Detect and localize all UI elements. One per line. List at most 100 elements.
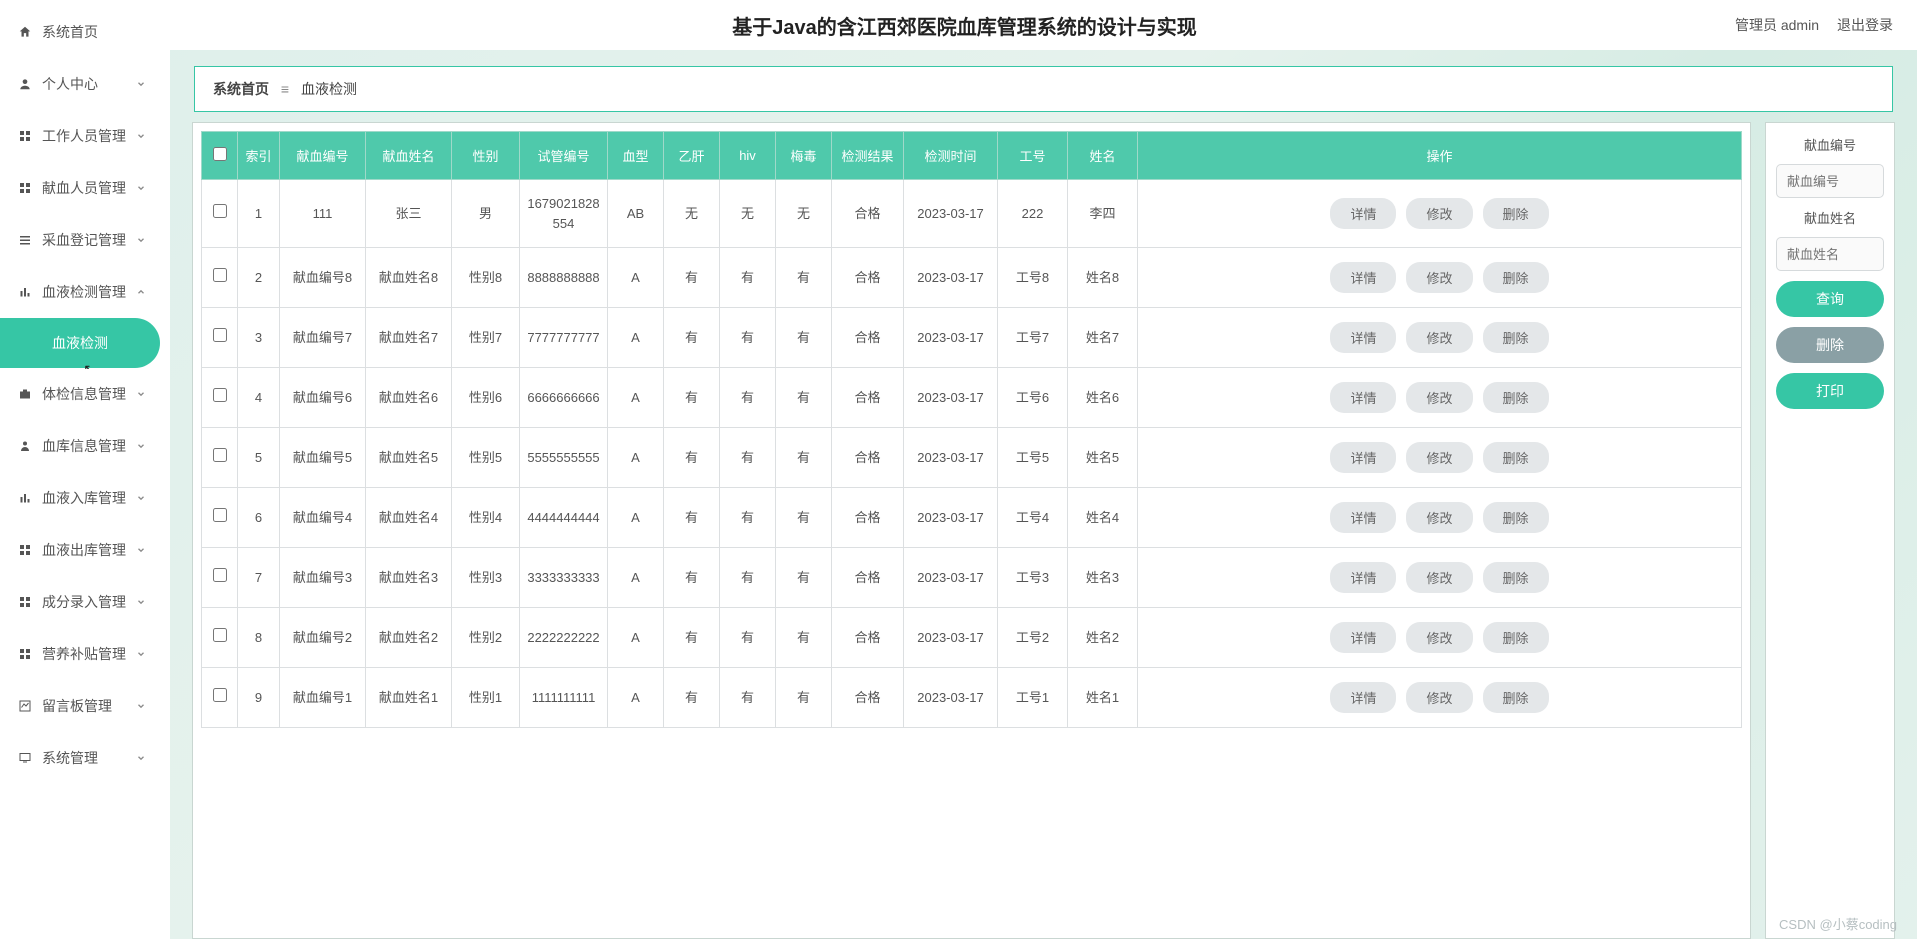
cell: 有 [720, 548, 776, 608]
nav-item-4[interactable]: 采血登记管理 [0, 215, 160, 265]
row-checkbox[interactable] [213, 268, 227, 282]
detail-button[interactable]: 详情 [1330, 442, 1396, 473]
edit-button[interactable]: 修改 [1406, 198, 1472, 229]
table-row: 6献血编号4献血姓名4性别44444444444A有有有合格2023-03-17… [202, 488, 1742, 548]
cell: 有 [776, 668, 832, 728]
detail-button[interactable]: 详情 [1330, 682, 1396, 713]
detail-button[interactable]: 详情 [1330, 622, 1396, 653]
col-header: 梅毒 [776, 132, 832, 180]
print-button[interactable]: 打印 [1776, 373, 1884, 409]
nav-sub-blood-test[interactable]: 血液检测↖ [0, 318, 160, 368]
cell: 姓名6 [1068, 368, 1138, 428]
cell: 有 [664, 428, 720, 488]
nav-item-7[interactable]: 血库信息管理 [0, 421, 160, 471]
detail-button[interactable]: 详情 [1330, 382, 1396, 413]
nav-item-1[interactable]: 个人中心 [0, 59, 160, 109]
row-checkbox[interactable] [213, 388, 227, 402]
delete-row-button[interactable]: 删除 [1483, 382, 1549, 413]
cell: 5555555555 [520, 428, 608, 488]
cell: 献血编号4 [280, 488, 366, 548]
nav-item-5[interactable]: 血液检测管理 [0, 267, 160, 317]
col-header: 乙肝 [664, 132, 720, 180]
row-checkbox[interactable] [213, 688, 227, 702]
detail-button[interactable]: 详情 [1330, 322, 1396, 353]
detail-button[interactable]: 详情 [1330, 562, 1396, 593]
nav-item-label: 献血人员管理 [42, 178, 126, 198]
row-checkbox[interactable] [213, 448, 227, 462]
breadcrumb-home[interactable]: 系统首页 [213, 81, 269, 97]
row-checkbox[interactable] [213, 204, 227, 218]
cell: 性别3 [452, 548, 520, 608]
nav-item-11[interactable]: 营养补贴管理 [0, 629, 160, 679]
cell: 性别7 [452, 308, 520, 368]
nav-item-6[interactable]: 体检信息管理 [0, 369, 160, 419]
row-checkbox[interactable] [213, 328, 227, 342]
delete-row-button[interactable]: 删除 [1483, 502, 1549, 533]
logout-link[interactable]: 退出登录 [1837, 15, 1893, 35]
row-checkbox[interactable] [213, 628, 227, 642]
cell: 有 [720, 428, 776, 488]
chevron-down-icon [136, 701, 146, 711]
delete-row-button[interactable]: 删除 [1483, 622, 1549, 653]
nav-item-label: 采血登记管理 [42, 230, 126, 250]
detail-button[interactable]: 详情 [1330, 198, 1396, 229]
detail-button[interactable]: 详情 [1330, 262, 1396, 293]
cell: 有 [720, 488, 776, 548]
edit-button[interactable]: 修改 [1406, 382, 1472, 413]
nav-item-8[interactable]: 血液入库管理 [0, 473, 160, 523]
cell: 详情修改删除 [1138, 428, 1742, 488]
delete-row-button[interactable]: 删除 [1483, 322, 1549, 353]
edit-button[interactable]: 修改 [1406, 322, 1472, 353]
nav-item-2[interactable]: 工作人员管理 [0, 111, 160, 161]
chevron-up-icon [136, 287, 146, 297]
edit-button[interactable]: 修改 [1406, 562, 1472, 593]
detail-button[interactable]: 详情 [1330, 502, 1396, 533]
edit-button[interactable]: 修改 [1406, 442, 1472, 473]
cell: 无 [664, 180, 720, 248]
nav-item-label: 营养补贴管理 [42, 644, 126, 664]
nav-item-label: 血液入库管理 [42, 488, 126, 508]
nav-item-13[interactable]: 系统管理 [0, 733, 160, 783]
table-row: 9献血编号1献血姓名1性别11111111111A有有有合格2023-03-17… [202, 668, 1742, 728]
nav-item-0[interactable]: 系统首页 [0, 7, 160, 57]
delete-row-button[interactable]: 删除 [1483, 442, 1549, 473]
cell: 工号2 [998, 608, 1068, 668]
cell: 4444444444 [520, 488, 608, 548]
search-button[interactable]: 查询 [1776, 281, 1884, 317]
filter-input-name[interactable] [1776, 237, 1884, 271]
delete-row-button[interactable]: 删除 [1483, 198, 1549, 229]
edit-button[interactable]: 修改 [1406, 502, 1472, 533]
row-checkbox[interactable] [213, 508, 227, 522]
nav-item-9[interactable]: 血液出库管理 [0, 525, 160, 575]
delete-row-button[interactable]: 删除 [1483, 562, 1549, 593]
nav-item-3[interactable]: 献血人员管理 [0, 163, 160, 213]
nav-item-10[interactable]: 成分录入管理 [0, 577, 160, 627]
row-checkbox[interactable] [213, 568, 227, 582]
cell: 详情修改删除 [1138, 608, 1742, 668]
edit-button[interactable]: 修改 [1406, 622, 1472, 653]
bars-icon [18, 491, 32, 505]
bars-icon [18, 285, 32, 299]
edit-button[interactable]: 修改 [1406, 262, 1472, 293]
delete-row-button[interactable]: 删除 [1483, 262, 1549, 293]
cell: 有 [776, 488, 832, 548]
delete-row-button[interactable]: 删除 [1483, 682, 1549, 713]
edit-button[interactable]: 修改 [1406, 682, 1472, 713]
filter-panel: 献血编号 献血姓名 查询 删除 打印 [1765, 122, 1895, 939]
cell: 8888888888 [520, 248, 608, 308]
nav-item-label: 个人中心 [42, 74, 98, 94]
cell: 2023-03-17 [904, 180, 998, 248]
filter-input-code[interactable] [1776, 164, 1884, 198]
cell: 6666666666 [520, 368, 608, 428]
cell: 合格 [832, 548, 904, 608]
cell: 有 [776, 368, 832, 428]
cell: 2023-03-17 [904, 428, 998, 488]
nav-item-label: 血液出库管理 [42, 540, 126, 560]
nav-item-12[interactable]: 留言板管理 [0, 681, 160, 731]
table-row: 2献血编号8献血姓名8性别88888888888A有有有合格2023-03-17… [202, 248, 1742, 308]
user-label[interactable]: 管理员 admin [1735, 15, 1819, 35]
cell: 222 [998, 180, 1068, 248]
delete-button[interactable]: 删除 [1776, 327, 1884, 363]
cell: 有 [720, 608, 776, 668]
select-all-checkbox[interactable] [213, 147, 227, 161]
